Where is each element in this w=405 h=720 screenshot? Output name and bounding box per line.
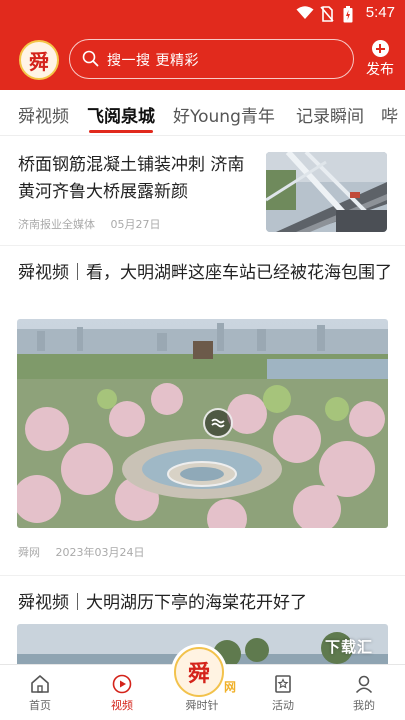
news-thumbnail	[266, 152, 387, 232]
news-meta: 舜网 2023年03月24日	[18, 544, 145, 560]
status-bar: 5:47	[0, 0, 405, 28]
news-item[interactable]: 舜视频｜看，大明湖畔这座车站已经被花海包围了 舜网 2023年03月24日	[0, 246, 405, 576]
app-logo[interactable]: 舜	[19, 40, 59, 80]
video-cover-image[interactable]	[17, 319, 388, 528]
search-placeholder: 搜一搜 更精彩	[107, 53, 199, 69]
nav-home-label: 首页	[29, 699, 51, 712]
news-title: 舜视频｜大明湖历下亭的海棠花开好了	[18, 593, 307, 613]
tab-hao-young[interactable]: 好Young青年	[173, 102, 275, 127]
tab-shun-video[interactable]: 舜视频	[18, 102, 69, 127]
search-icon	[82, 50, 99, 67]
nav-home[interactable]: 首页	[10, 673, 70, 713]
battery-icon	[343, 6, 353, 23]
header-bar: 舜 搜一搜 更精彩 发布	[0, 30, 405, 88]
publish-button[interactable]: 发布	[362, 38, 398, 82]
nav-shun-clock-label: 舜时针	[185, 699, 219, 712]
tab-more[interactable]: 哔	[381, 102, 398, 127]
video-play-icon[interactable]	[203, 408, 233, 438]
home-icon	[31, 675, 49, 693]
center-logo-char: 舜	[187, 661, 210, 687]
search-input[interactable]: 搜一搜 更精彩	[69, 39, 354, 79]
channel-tabs: 舜视频 飞阅泉城 好Young青年 记录瞬间 哔	[0, 90, 405, 136]
wifi-icon	[296, 6, 314, 19]
nav-activity[interactable]: 活动	[253, 673, 313, 713]
tab-record-moment[interactable]: 记录瞬间	[296, 102, 364, 127]
app-header: 5:47 舜 搜一搜 更精彩 发布	[0, 0, 405, 90]
news-feed: 桥面钢筋混凝土铺装冲刺 济南黄河齐鲁大桥展露新颜 济南报业全媒体 05月27日 …	[0, 136, 405, 664]
news-meta: 济南报业全媒体 05月27日	[18, 216, 161, 232]
publish-label: 发布	[366, 62, 394, 78]
shun-logo-icon[interactable]: 舜 网	[174, 647, 236, 697]
nav-video[interactable]: 视频	[92, 673, 152, 713]
star-bookmark-icon	[275, 675, 291, 693]
news-item[interactable]: 桥面钢筋混凝土铺装冲刺 济南黄河齐鲁大桥展露新颜 济南报业全媒体 05月27日	[0, 136, 405, 246]
bridge-construction-image	[266, 152, 387, 232]
news-title: 桥面钢筋混凝土铺装冲刺 济南黄河齐鲁大桥展露新颜	[18, 155, 245, 202]
nav-activity-label: 活动	[272, 699, 294, 712]
user-icon	[355, 675, 373, 694]
news-source: 济南报业全媒体	[18, 218, 95, 231]
wave-icon	[211, 418, 225, 428]
app-logo-char: 舜	[29, 49, 49, 74]
tab-feiyue-quancheng[interactable]: 飞阅泉城	[87, 102, 155, 127]
status-time: 5:47	[365, 4, 395, 21]
video-play-icon	[112, 674, 132, 694]
news-title: 舜视频｜看，大明湖畔这座车站已经被花海包围了	[18, 263, 392, 283]
no-sim-icon	[320, 6, 334, 22]
news-date: 05月27日	[110, 218, 161, 231]
nav-video-label: 视频	[111, 699, 133, 712]
center-logo-suffix: 网	[223, 680, 236, 694]
active-tab-indicator	[89, 130, 153, 133]
nav-mine-label: 我的	[353, 699, 375, 712]
plus-icon	[371, 40, 389, 57]
watermark: 下载汇	[324, 638, 373, 656]
news-source: 舜网	[18, 546, 40, 559]
nav-mine[interactable]: 我的	[334, 673, 394, 713]
news-date: 2023年03月24日	[55, 546, 145, 559]
bottom-nav: 首页 视频 舜时针 舜 网 活动 我的	[0, 647, 405, 720]
